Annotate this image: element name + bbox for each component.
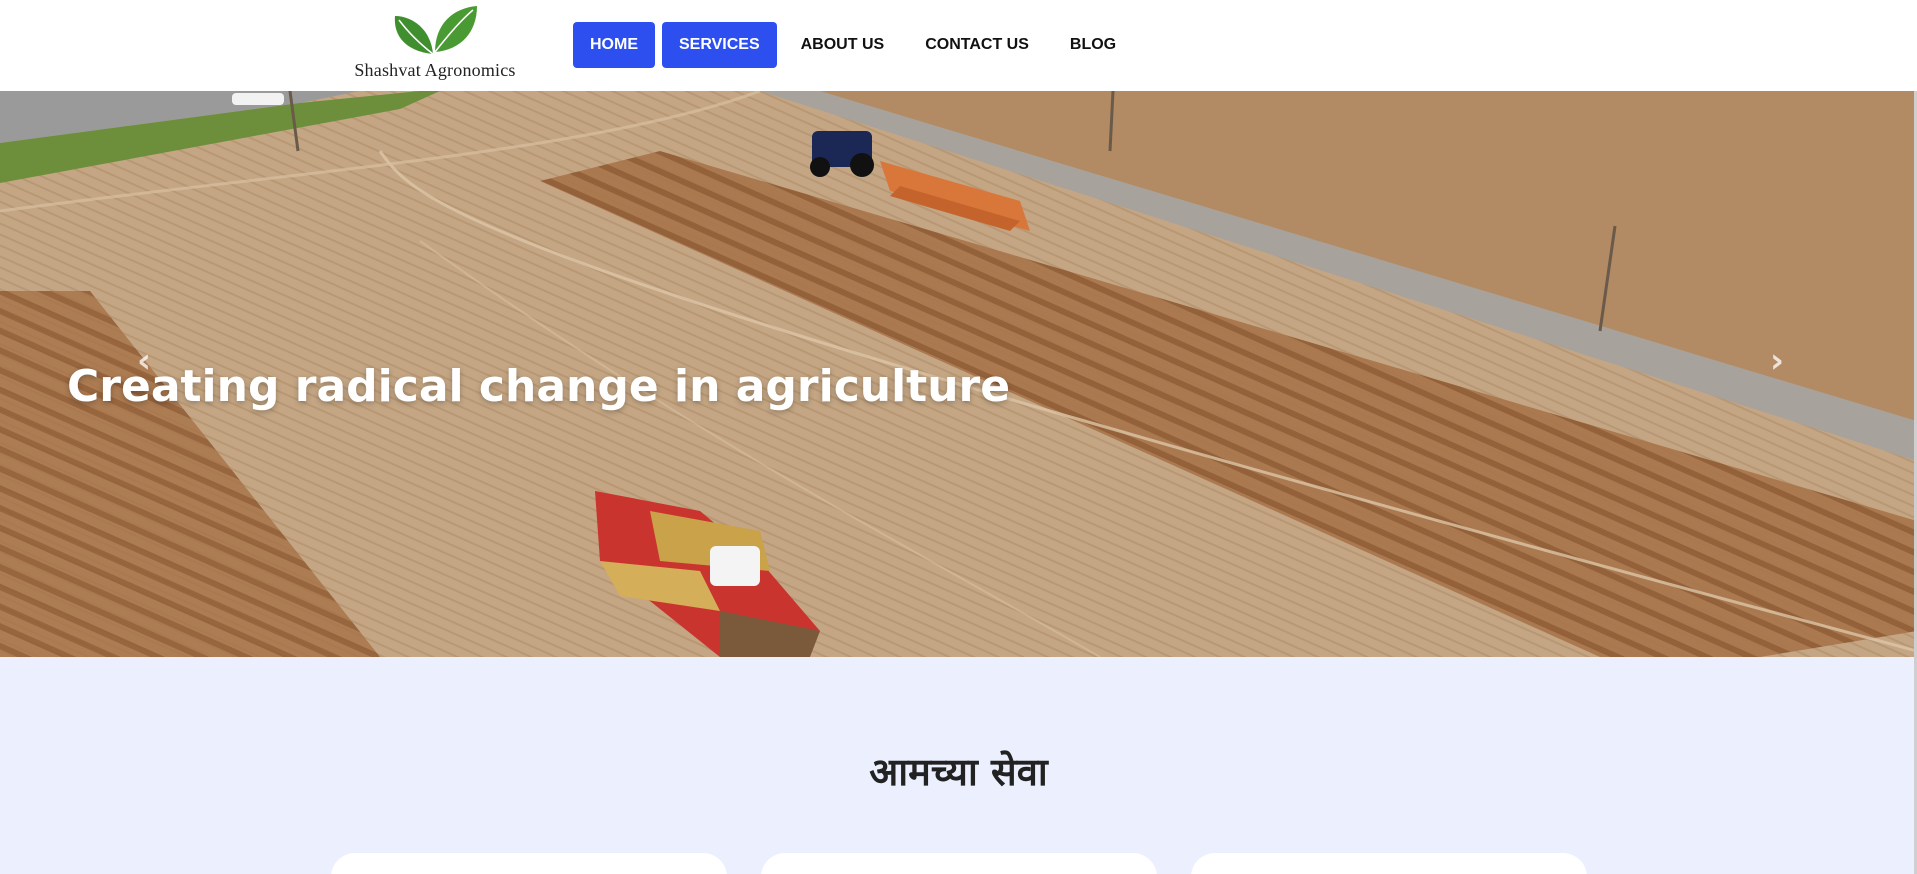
services-section: आमच्या सेवा [0, 657, 1917, 874]
brand-logo[interactable]: Shashvat Agronomics [350, 4, 520, 84]
main-nav: HOME SERVICES ABOUT US CONTACT US BLOG [573, 22, 1140, 68]
services-title: आमच्या सेवा [869, 750, 1048, 794]
brand-name: Shashvat Agronomics [354, 60, 516, 80]
hero-title: Creating radical change in agriculture [67, 361, 1011, 412]
nav-blog[interactable]: BLOG [1053, 22, 1133, 68]
nav-home[interactable]: HOME [573, 22, 655, 68]
leaf-logo-icon [394, 6, 477, 55]
nav-about-us[interactable]: ABOUT US [784, 22, 902, 68]
chevron-right-icon[interactable]: › [1757, 341, 1797, 381]
hero-carousel: Creating radical change in agriculture ‹… [0, 91, 1917, 657]
nav-contact-us[interactable]: CONTACT US [908, 22, 1046, 68]
nav-services[interactable]: SERVICES [662, 22, 777, 68]
service-card[interactable] [761, 853, 1157, 874]
site-header: Shashvat Agronomics HOME SERVICES ABOUT … [0, 0, 1917, 91]
chevron-left-icon[interactable]: ‹ [124, 341, 164, 381]
service-card[interactable] [331, 853, 727, 874]
service-card[interactable] [1191, 853, 1587, 874]
